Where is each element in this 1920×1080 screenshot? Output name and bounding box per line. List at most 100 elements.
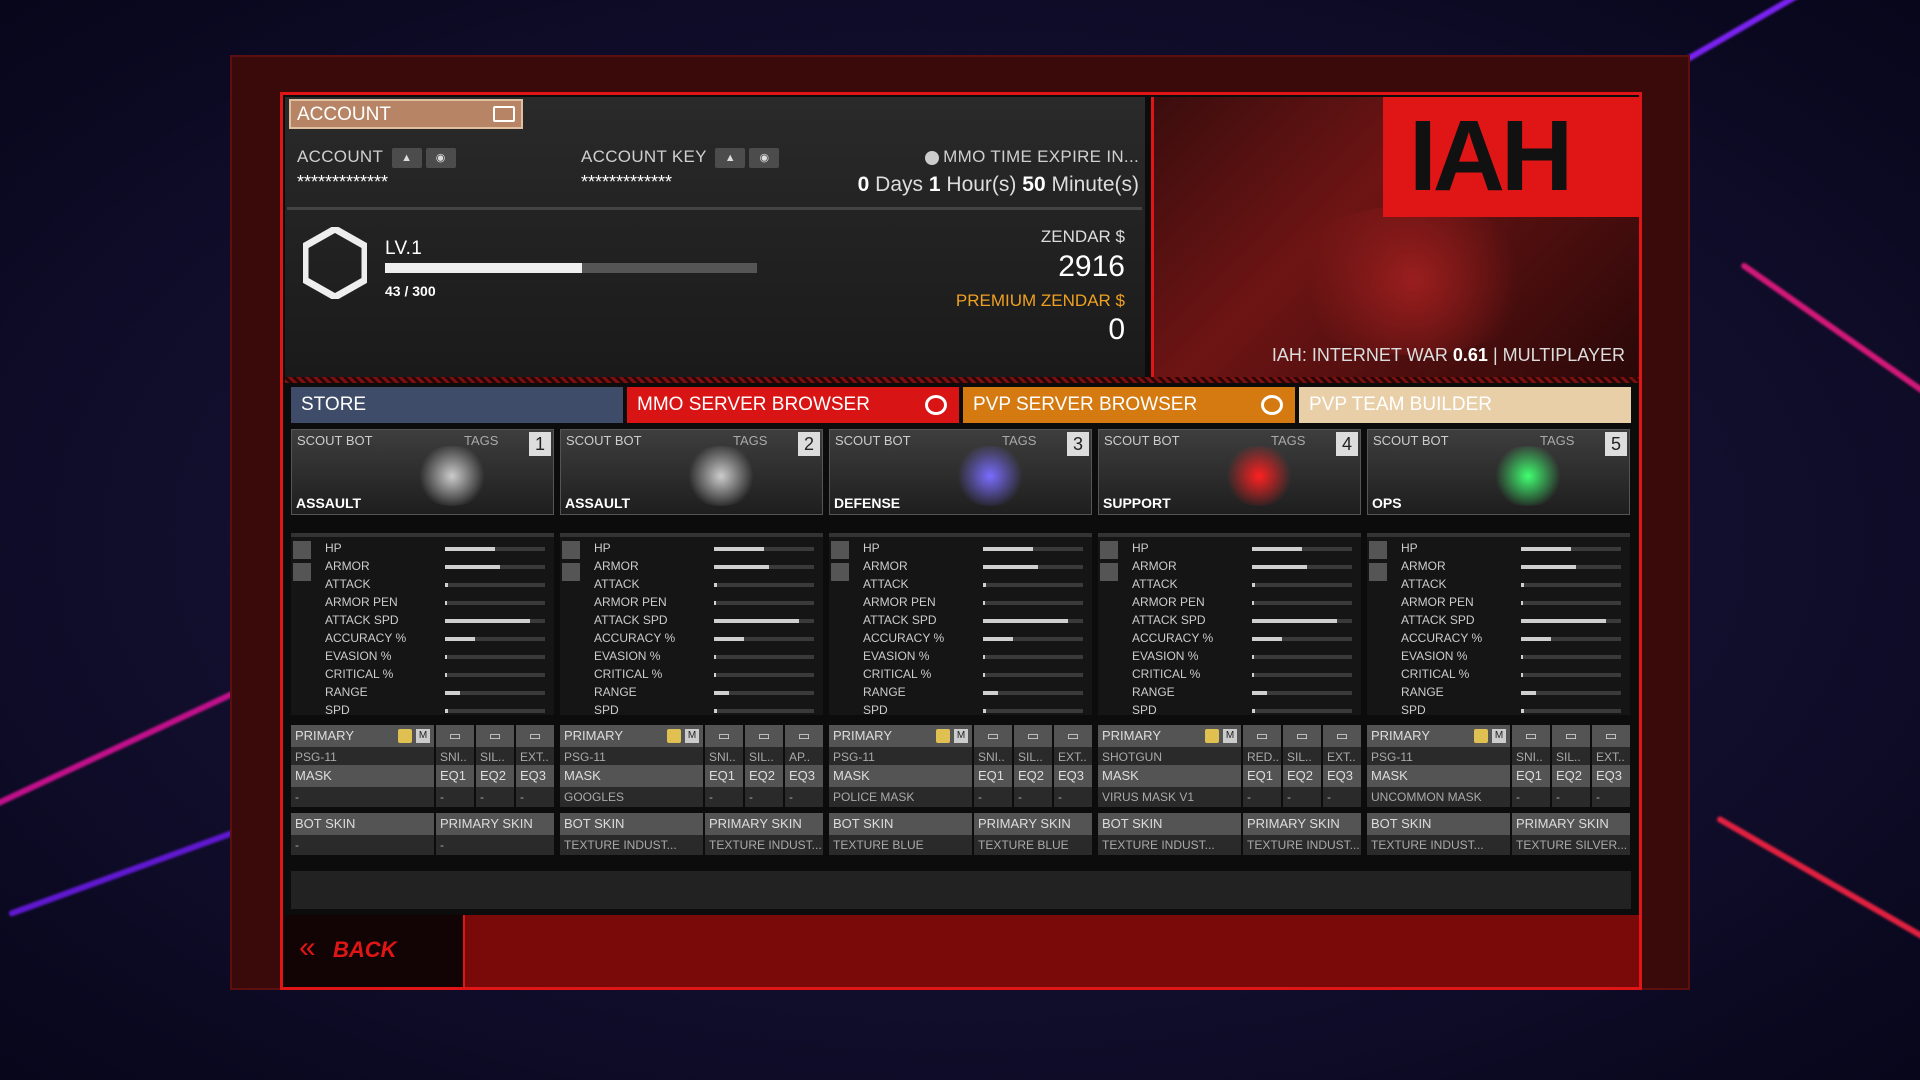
- tab-mmo-server-browser[interactable]: MMO SERVER BROWSER: [627, 387, 959, 423]
- primary-weapon[interactable]: PSG-11: [560, 747, 703, 767]
- chart-icon[interactable]: [1369, 563, 1387, 581]
- primary-skin-header[interactable]: PRIMARY SKIN: [705, 813, 823, 835]
- primary-header[interactable]: PRIMARY M: [1098, 725, 1241, 747]
- primary-header[interactable]: PRIMARY M: [291, 725, 434, 747]
- attachment-slot-icon[interactable]: ▭: [974, 725, 1012, 747]
- eye-icon[interactable]: ◉: [749, 147, 780, 168]
- primary-weapon[interactable]: PSG-11: [829, 747, 972, 767]
- primary-weapon[interactable]: SHOTGUN: [1098, 747, 1241, 767]
- grid-icon[interactable]: [831, 541, 849, 559]
- tags-label[interactable]: TAGS: [1540, 433, 1574, 448]
- bot-card[interactable]: SCOUT BOT TAGS 4 SUPPORT: [1098, 429, 1361, 515]
- equipment-slot-eq1[interactable]: EQ1: [436, 765, 474, 787]
- stat-name: ATTACK: [325, 577, 371, 591]
- primary-weapon[interactable]: PSG-11: [1367, 747, 1510, 767]
- primary-skin-header[interactable]: PRIMARY SKIN: [1512, 813, 1630, 835]
- attachment-value: SNI..: [974, 747, 1012, 767]
- attachment-slot-icon[interactable]: ▭: [476, 725, 514, 747]
- stats-panel: HP ARMOR ATTACK ARMOR PEN ATTACK SPD ACCURACY…: [1367, 533, 1630, 717]
- bot-card[interactable]: SCOUT BOT TAGS 2 ASSAULT: [560, 429, 823, 515]
- tags-label[interactable]: TAGS: [1271, 433, 1305, 448]
- attachment-slot-icon[interactable]: ▭: [1054, 725, 1092, 747]
- grid-icon[interactable]: [562, 541, 580, 559]
- chart-icon[interactable]: [831, 563, 849, 581]
- stats-panel: HP ARMOR ATTACK ARMOR PEN ATTACK SPD ACCURACY…: [560, 533, 823, 717]
- attachment-slot-icon[interactable]: ▭: [1283, 725, 1321, 747]
- tags-label[interactable]: TAGS: [1002, 433, 1036, 448]
- attachment-slot-icon[interactable]: ▭: [1323, 725, 1361, 747]
- account-header[interactable]: ACCOUNT: [289, 99, 523, 129]
- mask-header[interactable]: MASK: [560, 765, 703, 787]
- attachment-slot-icon[interactable]: ▭: [705, 725, 743, 747]
- attachment-slot-icon[interactable]: ▭: [436, 725, 474, 747]
- stat-bar-fill: [983, 709, 986, 713]
- footer-bar: [285, 915, 1639, 987]
- eye-icon[interactable]: ◉: [425, 147, 456, 168]
- stat-name: ARMOR: [1401, 559, 1446, 573]
- tab-pvp-server-browser[interactable]: PVP SERVER BROWSER: [963, 387, 1295, 423]
- primary-header[interactable]: PRIMARY M: [829, 725, 972, 747]
- grid-icon[interactable]: [1369, 541, 1387, 559]
- tags-label[interactable]: TAGS: [733, 433, 767, 448]
- mask-header[interactable]: MASK: [1098, 765, 1241, 787]
- bot-card[interactable]: SCOUT BOT TAGS 1 ASSAULT: [291, 429, 554, 515]
- equipment-slot-eq3[interactable]: EQ3: [1054, 765, 1092, 787]
- primary-weapon[interactable]: PSG-11: [291, 747, 434, 767]
- equipment-slot-eq2[interactable]: EQ2: [476, 765, 514, 787]
- bot-card[interactable]: SCOUT BOT TAGS 3 DEFENSE: [829, 429, 1092, 515]
- copy-icon[interactable]: ▲: [391, 147, 422, 168]
- primary-header[interactable]: PRIMARY M: [1367, 725, 1510, 747]
- chart-icon[interactable]: [1100, 563, 1118, 581]
- equipment-slot-eq1[interactable]: EQ1: [705, 765, 743, 787]
- bot-skin-header[interactable]: BOT SKIN: [560, 813, 703, 835]
- tags-label[interactable]: TAGS: [464, 433, 498, 448]
- stat-bar-fill: [445, 547, 495, 551]
- tab-store[interactable]: STORE: [291, 387, 623, 423]
- equipment-slot-eq1[interactable]: EQ1: [1512, 765, 1550, 787]
- attachment-slot-icon[interactable]: ▭: [785, 725, 823, 747]
- primary-skin-value: TEXTURE INDUST...: [705, 835, 823, 855]
- stat-name: ARMOR PEN: [1401, 595, 1474, 609]
- bot-skin-header[interactable]: BOT SKIN: [1367, 813, 1510, 835]
- equipment-slot-eq3[interactable]: EQ3: [785, 765, 823, 787]
- equipment-slot-eq2[interactable]: EQ2: [1014, 765, 1052, 787]
- bot-card[interactable]: SCOUT BOT TAGS 5 OPS: [1367, 429, 1630, 515]
- attachment-slot-icon[interactable]: ▭: [1512, 725, 1550, 747]
- equipment-slot-eq2[interactable]: EQ2: [745, 765, 783, 787]
- copy-icon[interactable]: ▲: [715, 147, 746, 168]
- stat-bar-fill: [445, 709, 448, 713]
- bot-title: SCOUT BOT: [297, 433, 373, 448]
- attachment-slot-icon[interactable]: ▭: [745, 725, 783, 747]
- attachment-slot-icon[interactable]: ▭: [1592, 725, 1630, 747]
- chart-icon[interactable]: [293, 563, 311, 581]
- bot-skin-header[interactable]: BOT SKIN: [1098, 813, 1241, 835]
- primary-skin-header[interactable]: PRIMARY SKIN: [436, 813, 554, 835]
- equipment-slot-eq1[interactable]: EQ1: [1243, 765, 1281, 787]
- tab-pvp-team-builder[interactable]: PVP TEAM BUILDER: [1299, 387, 1631, 423]
- chart-icon[interactable]: [562, 563, 580, 581]
- equipment-slot-eq3[interactable]: EQ3: [1323, 765, 1361, 787]
- primary-skin-value: -: [436, 835, 554, 855]
- bot-skin-header[interactable]: BOT SKIN: [291, 813, 434, 835]
- primary-skin-header[interactable]: PRIMARY SKIN: [974, 813, 1092, 835]
- grid-icon[interactable]: [293, 541, 311, 559]
- bot-skin-header[interactable]: BOT SKIN: [829, 813, 972, 835]
- equipment-slot-eq1[interactable]: EQ1: [974, 765, 1012, 787]
- attachment-slot-icon[interactable]: ▭: [1552, 725, 1590, 747]
- equipment-slot-eq2[interactable]: EQ2: [1283, 765, 1321, 787]
- attachment-slot-icon[interactable]: ▭: [516, 725, 554, 747]
- attachment-slot-icon[interactable]: ▭: [1243, 725, 1281, 747]
- mask-header[interactable]: MASK: [829, 765, 972, 787]
- attachment-slot-icon[interactable]: ▭: [1014, 725, 1052, 747]
- stat-bar: [983, 691, 1083, 695]
- equipment-slot-eq3[interactable]: EQ3: [1592, 765, 1630, 787]
- primary-skin-header[interactable]: PRIMARY SKIN: [1243, 813, 1361, 835]
- equipment-slot-eq3[interactable]: EQ3: [516, 765, 554, 787]
- grid-icon[interactable]: [1100, 541, 1118, 559]
- primary-header[interactable]: PRIMARY M: [560, 725, 703, 747]
- back-button[interactable]: « BACK: [285, 915, 465, 987]
- mask-header[interactable]: MASK: [291, 765, 434, 787]
- equipment-slot-eq2[interactable]: EQ2: [1552, 765, 1590, 787]
- level-emblem-icon: [301, 224, 369, 302]
- mask-header[interactable]: MASK: [1367, 765, 1510, 787]
